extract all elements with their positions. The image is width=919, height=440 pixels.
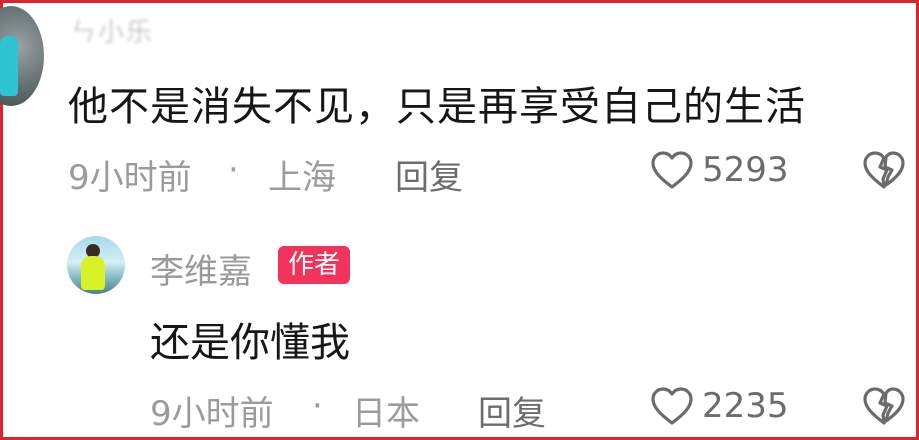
commenter-username[interactable]: ㄣ小乐 — [70, 12, 154, 49]
broken-heart-icon — [863, 151, 905, 189]
dislike-button[interactable] — [862, 150, 906, 194]
meta-separator: · — [228, 150, 239, 190]
reply-text: 还是你懂我 — [150, 320, 350, 366]
reply-reply-button[interactable]: 回复 — [478, 386, 546, 435]
author-username[interactable]: 李维嘉 — [150, 244, 252, 293]
comment-time: 9小时前 — [68, 158, 192, 198]
commenter-avatar[interactable] — [0, 6, 44, 106]
avatar-figure — [0, 36, 18, 96]
heart-icon — [651, 151, 693, 189]
heart-icon — [651, 387, 693, 425]
reply-like-count: 2235 — [702, 386, 789, 426]
reply-button[interactable]: 回复 — [395, 150, 463, 199]
author-badge: 作者 — [278, 246, 351, 284]
reply-meta-separator: · — [312, 386, 323, 426]
reply-location: 日本 — [352, 394, 420, 434]
comment-location: 上海 — [268, 158, 336, 198]
reply-dislike-button[interactable] — [862, 386, 906, 430]
like-button[interactable]: 5293 — [650, 150, 789, 190]
avatar-shirt — [81, 256, 105, 290]
author-avatar[interactable] — [67, 236, 125, 294]
reply-time: 9小时前 — [150, 394, 274, 434]
reply-like-button[interactable]: 2235 — [650, 386, 789, 426]
like-count: 5293 — [702, 150, 789, 190]
broken-heart-icon — [863, 387, 905, 425]
comment-text: 他不是消失不见，只是再享受自己的生活 — [68, 84, 806, 130]
screenshot-frame — [0, 0, 919, 440]
